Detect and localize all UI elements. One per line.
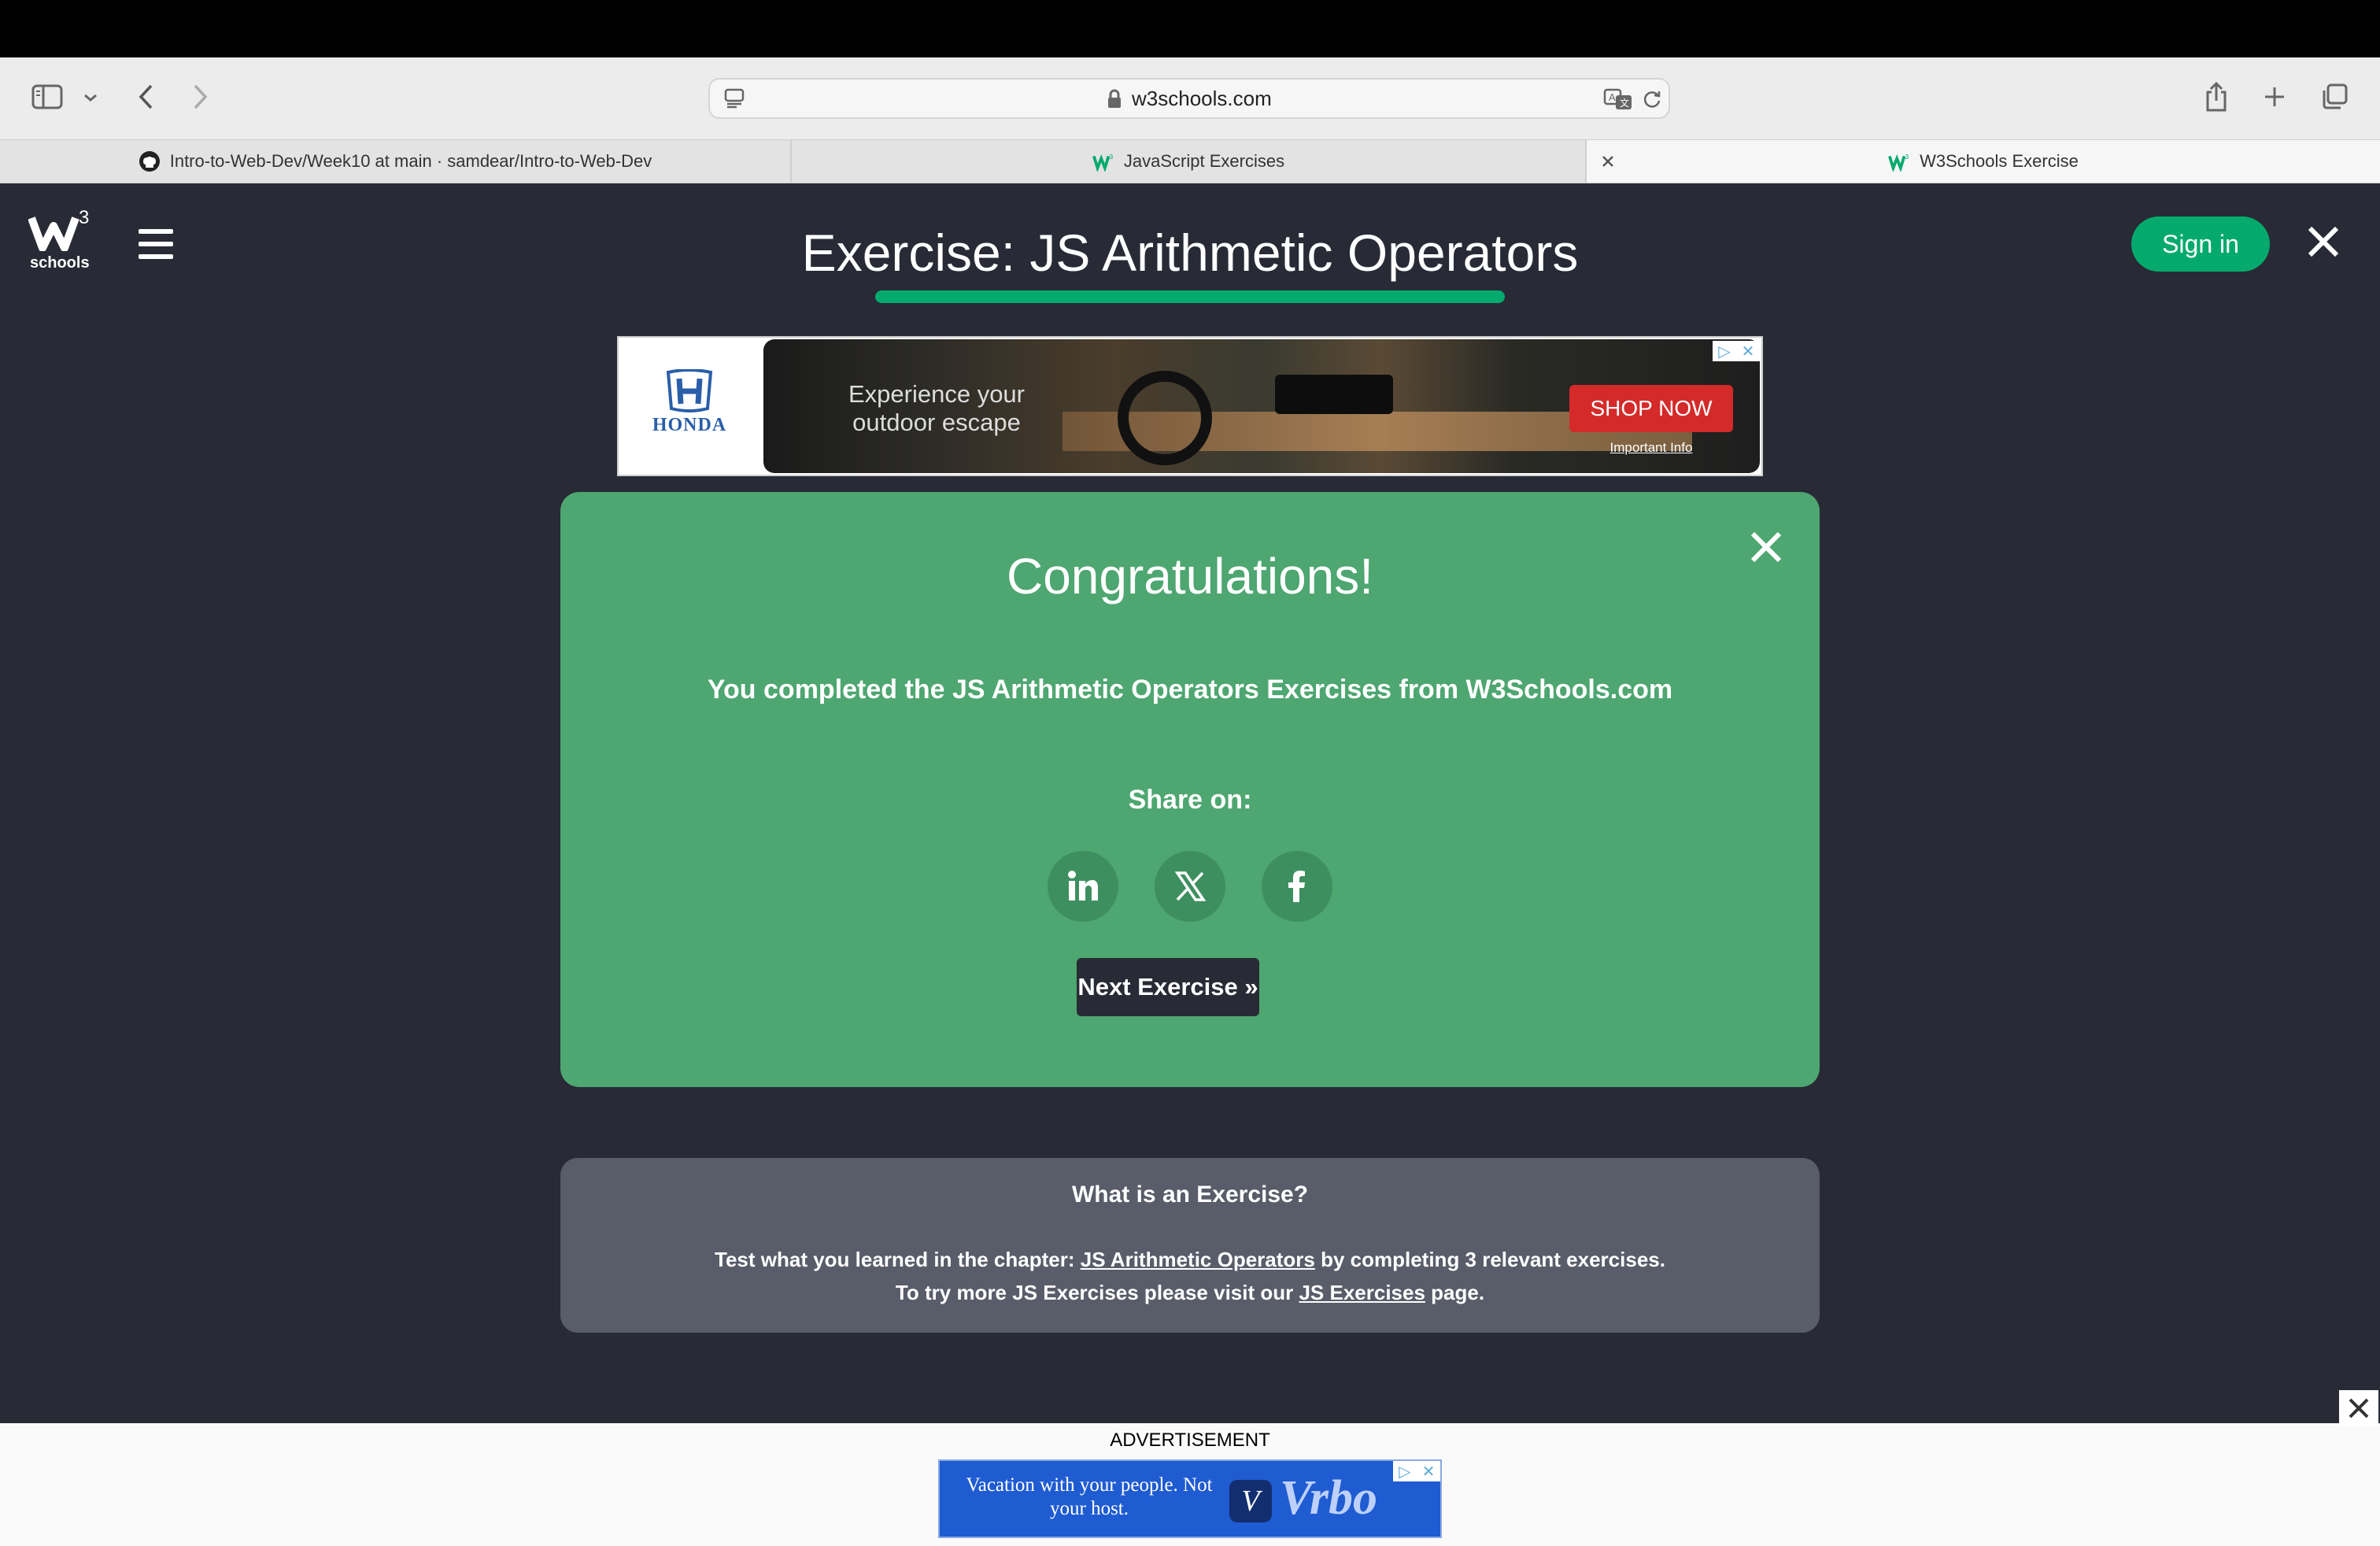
advertisement-label: ADVERTISEMENT (1110, 1429, 1270, 1451)
ad-close-icon[interactable]: ✕ (1736, 341, 1760, 361)
info-text: page. (1425, 1281, 1485, 1304)
vrbo-ad-text: Vacation with your people. Not your host… (966, 1474, 1213, 1519)
tab-overview-icon[interactable] (2317, 80, 2352, 114)
x-icon[interactable] (1155, 851, 1225, 922)
honda-ad[interactable]: HONDA Experience your outdoor escape SHO… (617, 336, 1763, 476)
exercise-info-panel: What is an Exercise? Test what you learn… (560, 1158, 1820, 1333)
ad-close-icon[interactable]: ✕ (1417, 1461, 1440, 1481)
congratulations-title: Congratulations! (1006, 548, 1374, 605)
sidebar-toggle-icon[interactable] (28, 81, 66, 113)
info-title: What is an Exercise? (1071, 1182, 1309, 1208)
adchoices-icon[interactable]: ▷ (1713, 341, 1736, 361)
js-exercises-link[interactable]: JS Exercises (1299, 1281, 1425, 1304)
tab-javascript-exercises[interactable]: 3 JavaScript Exercises (792, 140, 1587, 183)
next-exercise-button[interactable]: Next Exercise » (1077, 958, 1259, 1016)
adchoices-icon[interactable]: ▷ (1393, 1461, 1417, 1481)
w3schools-icon: 3 (1888, 150, 1910, 172)
close-icon[interactable] (2301, 220, 2345, 264)
reload-icon[interactable] (1639, 86, 1665, 113)
share-label: Share on: (1128, 785, 1252, 815)
svg-text:文: 文 (1620, 97, 1629, 109)
back-icon[interactable] (131, 81, 162, 113)
browser-toolbar: w3schools.com A文 (0, 57, 2380, 139)
tab-label: Intro-to-Web-Dev/Week10 at main · samdea… (169, 151, 652, 171)
important-info-link[interactable]: Important Info (1569, 440, 1733, 456)
info-text: by completing 3 relevant exercises. (1314, 1248, 1665, 1271)
tab-w3schools-exercise[interactable]: 3 W3Schools Exercise (1587, 140, 2380, 183)
info-text: Test what you learned in the chapter: (715, 1248, 1081, 1271)
info-text: To try more JS Exercises please visit ou… (895, 1281, 1299, 1304)
ad-headline: Experience your outdoor escape (848, 380, 1025, 436)
menu-bar (0, 0, 2380, 57)
info-line-2: To try more JS Exercises please visit ou… (560, 1281, 1820, 1305)
page-title: Exercise: JS Arithmetic Operators (801, 224, 1579, 282)
github-icon (139, 150, 161, 172)
bottom-ad-strip: ADVERTISEMENT Vacation with your people.… (0, 1390, 2380, 1546)
facebook-icon[interactable] (1262, 851, 1332, 922)
svg-text:3: 3 (1109, 153, 1113, 161)
new-tab-icon[interactable] (2259, 81, 2290, 113)
lock-icon (1103, 87, 1125, 111)
vrbo-ad[interactable]: Vacation with your people. Not your host… (938, 1459, 1442, 1538)
svg-text:A: A (1609, 91, 1616, 103)
shop-now-button[interactable]: SHOP NOW (1569, 385, 1733, 432)
ad-image: Experience your outdoor escape SHOP NOW … (763, 339, 1760, 473)
close-ad-icon[interactable] (2339, 1390, 2378, 1426)
honda-logo: HONDA (634, 369, 745, 448)
tab-label: W3Schools Exercise (1920, 151, 2079, 171)
completion-message: You completed the JS Arithmetic Operator… (707, 675, 1673, 705)
w3schools-icon: 3 (1092, 150, 1114, 172)
close-tab-icon[interactable] (1598, 151, 1618, 172)
share-icon[interactable] (2201, 78, 2232, 116)
page-menu-icon[interactable] (721, 86, 748, 111)
tab-github[interactable]: Intro-to-Web-Dev/Week10 at main · samdea… (0, 140, 792, 183)
tab-bar: Intro-to-Web-Dev/Week10 at main · samdea… (0, 139, 2380, 183)
address-bar[interactable]: w3schools.com A文 (708, 78, 1670, 119)
linkedin-icon[interactable] (1048, 851, 1118, 922)
forward-icon[interactable] (184, 81, 216, 113)
honda-h-icon (666, 369, 713, 412)
vrbo-logo-icon: V (1229, 1480, 1272, 1522)
chapter-link[interactable]: JS Arithmetic Operators (1081, 1248, 1315, 1271)
vrbo-brand: Vrbo (1280, 1471, 1378, 1525)
progress-bar (875, 290, 1505, 303)
url-text: w3schools.com (1132, 87, 1272, 110)
sign-in-button[interactable]: Sign in (2131, 216, 2270, 272)
honda-brand: HONDA (652, 415, 727, 435)
svg-text:3: 3 (1905, 153, 1909, 161)
info-line-1: Test what you learned in the chapter: JS… (560, 1248, 1820, 1272)
chevron-down-icon[interactable] (79, 87, 102, 108)
congratulations-panel: Congratulations! You completed the JS Ar… (560, 492, 1820, 1087)
page: 3 schools Exercise: JS Arithmetic Operat… (0, 183, 2380, 1423)
tab-label: JavaScript Exercises (1123, 151, 1285, 171)
translate-icon[interactable]: A文 (1602, 86, 1634, 113)
